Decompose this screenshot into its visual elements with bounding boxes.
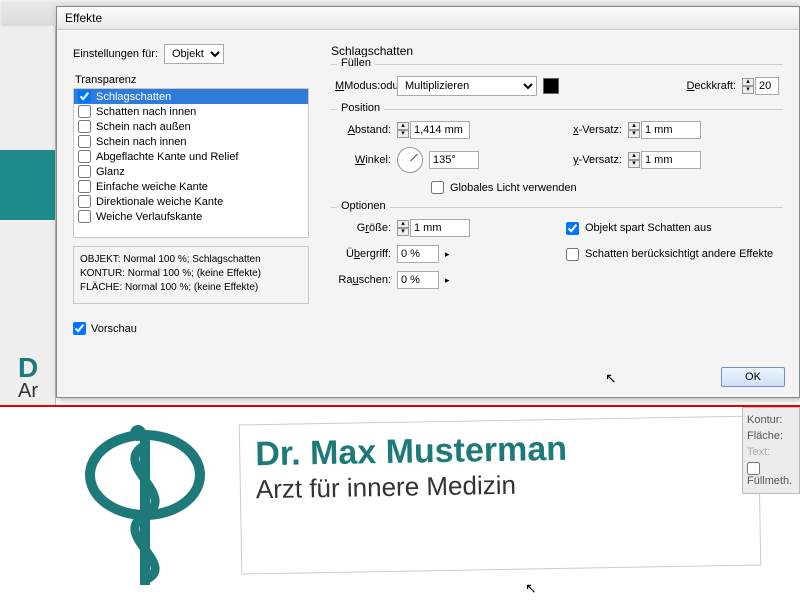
- distance-spinner[interactable]: ▴▾: [397, 121, 470, 139]
- ok-button[interactable]: OK: [721, 367, 785, 387]
- x-offset-spinner[interactable]: ▴▾: [628, 121, 701, 139]
- spread-label: Übergriff:: [335, 248, 391, 260]
- shadow-color-swatch[interactable]: [543, 78, 559, 94]
- preview-checkbox[interactable]: [73, 322, 86, 335]
- global-light-checkbox[interactable]: [431, 181, 444, 194]
- honors-label: Schatten berücksichtigt andere Effekte: [585, 248, 773, 260]
- opacity-label: Deckkraft:: [686, 80, 736, 92]
- effect-item[interactable]: Schein nach außen: [74, 119, 308, 134]
- spread-input[interactable]: [397, 245, 439, 263]
- size-label: Größe:: [335, 222, 391, 234]
- settings-for-label: Einstellungen für:: [73, 48, 158, 60]
- size-spinner[interactable]: ▴▾: [397, 219, 470, 237]
- attr-kontur: Kontur:: [747, 412, 795, 428]
- blend-mode-select[interactable]: Multiplizieren: [397, 76, 537, 96]
- distance-label: Abstand:: [335, 124, 391, 136]
- angle-dial[interactable]: [397, 147, 423, 173]
- effect-item[interactable]: Schlagschatten: [74, 89, 308, 104]
- x-offset-label: x-Versatz:: [566, 124, 622, 136]
- position-group-label: Position: [337, 102, 384, 114]
- effect-item[interactable]: Direktionale weiche Kante: [74, 194, 308, 209]
- effect-item[interactable]: Weiche Verlaufskante: [74, 209, 308, 224]
- effect-item[interactable]: Schein nach innen: [74, 134, 308, 149]
- opacity-spinner[interactable]: ▴▾: [742, 77, 779, 95]
- honors-checkbox[interactable]: [566, 248, 579, 261]
- attr-text: Text:: [747, 444, 795, 460]
- global-light-label: Globales Licht verwenden: [450, 182, 577, 194]
- transparency-label: Transparenz: [75, 74, 309, 86]
- angle-label: Winkel:: [335, 154, 391, 166]
- y-offset-spinner[interactable]: ▴▾: [628, 151, 701, 169]
- medical-logo: [70, 415, 220, 595]
- mode-label: MModus:odus:: [335, 80, 391, 92]
- effect-item[interactable]: Schatten nach innen: [74, 104, 308, 119]
- guide-line: [0, 405, 800, 407]
- attr-flaeche: Fläche:: [747, 428, 795, 444]
- dialog-title: Effekte: [57, 7, 799, 30]
- effect-item[interactable]: Einfache weiche Kante: [74, 179, 308, 194]
- effects-list[interactable]: Schlagschatten Schatten nach innen Schei…: [73, 88, 309, 238]
- knockout-label: Objekt spart Schatten aus: [585, 222, 712, 234]
- angle-input[interactable]: [429, 151, 479, 169]
- preview-label: Vorschau: [91, 323, 137, 335]
- panel-title: Schlagschatten: [331, 44, 783, 58]
- fill-group-label: Füllen: [337, 57, 375, 69]
- knockout-checkbox[interactable]: [566, 222, 579, 235]
- noise-label: Rauschen:: [335, 274, 391, 286]
- effects-summary: OBJEKT: Normal 100 %; SchlagschattenKONT…: [73, 246, 309, 304]
- effects-dialog: Effekte Einstellungen für: Objekt Transp…: [56, 6, 800, 398]
- noise-input[interactable]: [397, 271, 439, 289]
- bg-teal-bar: [0, 150, 55, 220]
- attributes-panel[interactable]: Kontur: Fläche: Text: Füllmeth.: [742, 407, 800, 494]
- attr-fuellmeth[interactable]: Füllmeth.: [747, 460, 795, 489]
- business-card[interactable]: Dr. Max Musterman Arzt für innere Medizi…: [239, 415, 762, 574]
- effect-item[interactable]: Abgeflachte Kante und Relief: [74, 149, 308, 164]
- y-offset-label: y-Versatz:: [566, 154, 622, 166]
- settings-for-select[interactable]: Objekt: [164, 44, 224, 64]
- bg-subtitle: Ar: [18, 380, 38, 403]
- effect-item[interactable]: Glanz: [74, 164, 308, 179]
- options-group-label: Optionen: [337, 200, 390, 212]
